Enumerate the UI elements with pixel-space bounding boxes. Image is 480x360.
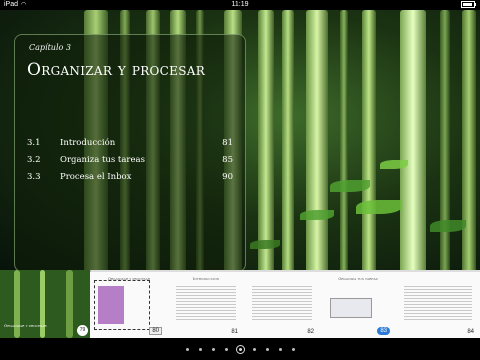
status-time: 11:19: [231, 1, 249, 8]
thumbnail-page-number: 83: [377, 327, 390, 335]
toc-item[interactable]: 3.3 Procesa el Inbox 90: [27, 169, 233, 186]
screenshot-figure: [330, 298, 372, 318]
page-dot[interactable]: [224, 348, 228, 351]
page-dot-current[interactable]: [235, 345, 245, 354]
thumbnail-page[interactable]: 84: [396, 272, 480, 338]
toc-number: 3.2: [27, 155, 41, 165]
chapter-label: Capítulo 3: [29, 43, 71, 52]
text-lines: [404, 286, 472, 320]
thumbnail-page-number: 84: [467, 329, 474, 335]
toc-label: Organiza tus tareas: [60, 155, 145, 165]
battery-icon: [459, 0, 476, 10]
status-bar: iPad ◠ 11:19: [0, 0, 480, 10]
toc-item[interactable]: 3.2 Organiza tus tareas 85: [27, 152, 233, 169]
thumbnail-page[interactable]: Organiza tus tareas 83: [320, 272, 397, 338]
thumbnail-page-number: 82: [307, 329, 314, 335]
thumbnail-page[interactable]: Introducción 81: [168, 272, 245, 338]
page-indicator[interactable]: [0, 340, 480, 360]
thumbnail-page[interactable]: Organizar y procesar 80: [90, 272, 169, 338]
toc-item[interactable]: 3.1 Introducción 81: [27, 135, 233, 152]
page-dot[interactable]: [291, 348, 295, 351]
thumbnail-page-number: 80: [149, 327, 162, 335]
chapter-panel: Capítulo 3 Organizar y procesar 3.1 Intr…: [14, 34, 246, 272]
page-dot[interactable]: [278, 348, 282, 351]
page-dot[interactable]: [211, 348, 215, 351]
page-dot[interactable]: [185, 348, 189, 351]
thumbnail-title: Introducción: [192, 277, 220, 281]
toc-page: 81: [222, 138, 233, 148]
toc-page: 90: [222, 172, 233, 182]
table-of-contents: 3.1 Introducción 81 3.2 Organiza tus tar…: [27, 135, 233, 186]
page-thumbnail-strip[interactable]: Organizar y procesar 79 Organizar y proc…: [0, 270, 480, 338]
text-lines: [176, 286, 236, 320]
thumbnail-title: Organiza tus tareas: [338, 277, 378, 281]
thumbnail-page-number: 81: [231, 329, 238, 335]
thumbnail-title: Organizar y procesar: [4, 323, 47, 328]
toc-number: 3.3: [27, 172, 41, 182]
toc-label: Introducción: [60, 138, 116, 148]
toc-page: 85: [222, 155, 233, 165]
page-dot[interactable]: [198, 348, 202, 351]
page-dot[interactable]: [252, 348, 256, 351]
toc-label: Procesa el Inbox: [60, 172, 132, 182]
thumbnail-page-number: 79: [77, 325, 88, 336]
chapter-title: Organizar y procesar: [27, 60, 206, 80]
page-dot[interactable]: [265, 348, 269, 351]
selection-frame: [94, 280, 150, 330]
text-lines: [252, 286, 312, 320]
thumbnail-page[interactable]: Organizar y procesar 79: [0, 270, 91, 338]
toc-number: 3.1: [27, 138, 41, 148]
thumbnail-page[interactable]: 82: [244, 272, 321, 338]
